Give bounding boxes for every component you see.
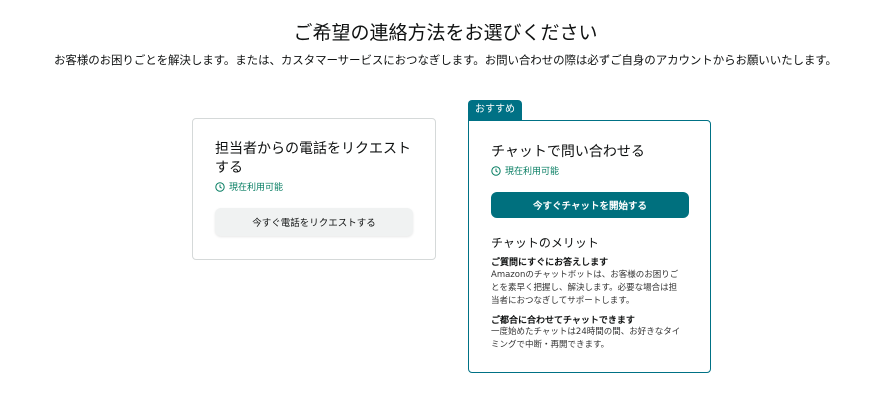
recommended-badge: おすすめ: [468, 100, 522, 120]
call-availability-status: 現在利用可能: [215, 180, 283, 193]
page-subtitle: お客様のお困りごとを解決します。または、カスタマーサービスにおつなぎします。お問…: [54, 53, 837, 67]
benefit-heading: ご都合に合わせてチャットできます: [491, 316, 635, 326]
chat-availability-status: 現在利用可能: [491, 164, 559, 177]
page-title: ご希望の連絡方法をお選びください: [293, 22, 598, 44]
call-status-text: 現在利用可能: [229, 183, 284, 193]
chat-card: チャットで問い合わせる 現在利用可能 今すぐチャットを開始する チャットのメリッ…: [468, 120, 711, 373]
chat-benefits-title: チャットのメリット: [491, 236, 599, 250]
benefit-description: Amazonのチャットボットは、お客様のお困りごとを素早く把握し、解決します。必…: [491, 270, 679, 306]
chat-status-text: 現在利用可能: [505, 167, 560, 177]
start-chat-button[interactable]: 今すぐチャットを開始する: [491, 192, 689, 218]
request-call-button[interactable]: 今すぐ電話をリクエストする: [215, 208, 413, 236]
benefit-description: 一度始めたチャットは24時間の間、お好きなタイミングで中断・再開できます。: [491, 327, 681, 350]
call-request-card: 担当者からの電話をリクエストする 現在利用可能 今すぐ電話をリクエストする: [192, 118, 436, 260]
clock-icon: [491, 165, 501, 176]
call-card-title: 担当者からの電話をリクエストする: [215, 141, 411, 176]
benefit-heading: ご質問にすぐにお答えします: [491, 258, 609, 268]
chat-card-title: チャットで問い合わせる: [491, 144, 645, 160]
clock-icon: [215, 181, 225, 192]
